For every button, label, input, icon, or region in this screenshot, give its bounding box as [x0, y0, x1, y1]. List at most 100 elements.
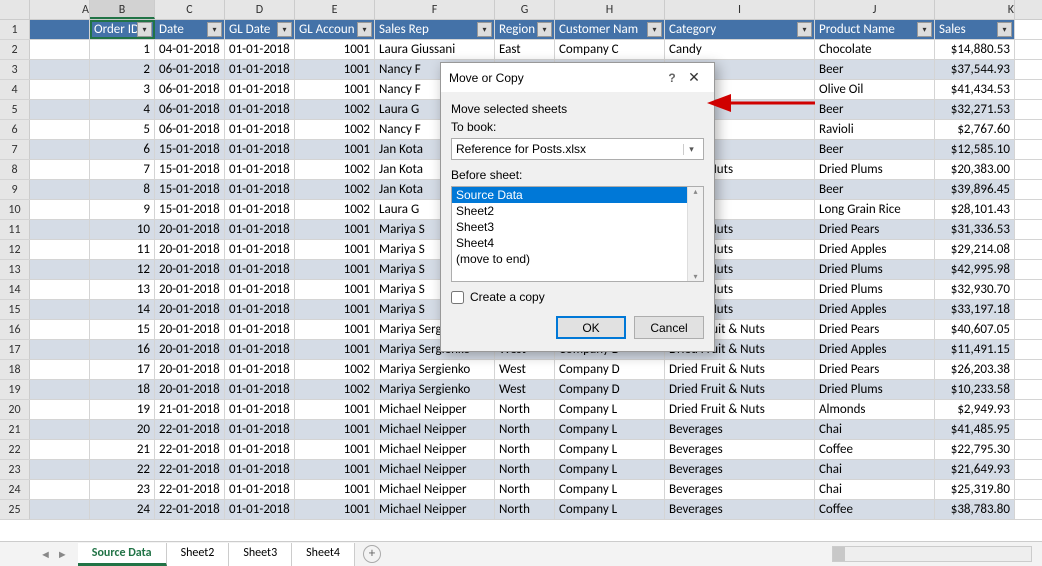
cell[interactable]: Michael Neipper	[375, 440, 495, 459]
cell[interactable]: 1001	[295, 500, 375, 519]
filter-dropdown-icon[interactable]: ▾	[917, 22, 932, 37]
table-header-cell[interactable]: Sales▾	[935, 20, 1015, 39]
cell[interactable]: $41,485.95	[935, 420, 1015, 439]
cell[interactable]: $26,203.38	[935, 360, 1015, 379]
cell[interactable]: 22	[90, 460, 155, 479]
cell[interactable]: 20-01-2018	[155, 260, 225, 279]
cell[interactable]: 1001	[295, 140, 375, 159]
cell[interactable]: 15-01-2018	[155, 180, 225, 199]
filter-dropdown-icon[interactable]: ▾	[997, 22, 1012, 37]
cell[interactable]: 20-01-2018	[155, 340, 225, 359]
cell[interactable]: 12	[90, 260, 155, 279]
table-header-cell[interactable]: GL Accoun▾	[295, 20, 375, 39]
cell[interactable]: 01-01-2018	[225, 300, 295, 319]
cell[interactable]: 17	[90, 360, 155, 379]
cell[interactable]: 20-01-2018	[155, 320, 225, 339]
col-H[interactable]: H	[555, 0, 665, 19]
cell[interactable]	[30, 40, 90, 59]
col-F[interactable]: F	[375, 0, 495, 19]
cell[interactable]: 1001	[295, 260, 375, 279]
cell[interactable]: $32,271.53	[935, 100, 1015, 119]
cell[interactable]: Company D	[555, 360, 665, 379]
cell[interactable]: 01-01-2018	[225, 460, 295, 479]
before-sheet-option[interactable]: (move to end)	[452, 251, 687, 267]
table-header-cell[interactable]: Order ID▾	[90, 20, 155, 39]
cell[interactable]: 14	[90, 300, 155, 319]
cell[interactable]: North	[495, 440, 555, 459]
cell[interactable]: 1001	[295, 300, 375, 319]
close-icon[interactable]: ✕	[682, 69, 706, 86]
cell[interactable]: $37,544.93	[935, 60, 1015, 79]
create-copy-checkbox[interactable]: Create a copy	[451, 290, 704, 304]
cell[interactable]: $21,649.93	[935, 460, 1015, 479]
col-E[interactable]: E	[295, 0, 375, 19]
filter-dropdown-icon[interactable]: ▾	[797, 22, 812, 37]
col-C[interactable]: C	[155, 0, 225, 19]
ok-button[interactable]: OK	[556, 316, 626, 339]
cell[interactable]: Michael Neipper	[375, 400, 495, 419]
cell[interactable]: Coffee	[815, 500, 935, 519]
row-header[interactable]: 9	[0, 180, 30, 199]
table-header-cell[interactable]: Product Name▾	[815, 20, 935, 39]
cell[interactable]: 24	[90, 500, 155, 519]
row-header[interactable]: 17	[0, 340, 30, 359]
row-header[interactable]: 22	[0, 440, 30, 459]
cell[interactable]: $2,949.93	[935, 400, 1015, 419]
cell[interactable]: 1001	[295, 480, 375, 499]
cell[interactable]: Dried Pears	[815, 360, 935, 379]
cell[interactable]: 01-01-2018	[225, 160, 295, 179]
cell[interactable]: 20-01-2018	[155, 380, 225, 399]
cell[interactable]: 01-01-2018	[225, 120, 295, 139]
cell[interactable]: 21-01-2018	[155, 400, 225, 419]
cell[interactable]: 01-01-2018	[225, 220, 295, 239]
cell[interactable]: 1001	[295, 420, 375, 439]
row-header[interactable]: 7	[0, 140, 30, 159]
row-header[interactable]: 16	[0, 320, 30, 339]
cell[interactable]: Almonds	[815, 400, 935, 419]
cell[interactable]: 1001	[295, 400, 375, 419]
cell[interactable]: Dried Apples	[815, 340, 935, 359]
cell[interactable]: Beverages	[665, 500, 815, 519]
row-header[interactable]: 13	[0, 260, 30, 279]
cell[interactable]: Company L	[555, 500, 665, 519]
row-header[interactable]: 11	[0, 220, 30, 239]
cell[interactable]: Laura Giussani	[375, 40, 495, 59]
cell[interactable]: $14,880.53	[935, 40, 1015, 59]
before-sheet-option[interactable]: Source Data	[452, 187, 687, 203]
row-header[interactable]: 12	[0, 240, 30, 259]
cell[interactable]: Dried Apples	[815, 240, 935, 259]
cell[interactable]: North	[495, 500, 555, 519]
cell[interactable]: Dried Fruit & Nuts	[665, 380, 815, 399]
cell[interactable]: Beverages	[665, 480, 815, 499]
cell[interactable]: 2	[90, 60, 155, 79]
filter-dropdown-icon[interactable]: ▾	[647, 22, 662, 37]
horizontal-scrollbar[interactable]	[832, 546, 1032, 562]
to-book-dropdown[interactable]: Reference for Posts.xlsx ▾	[451, 138, 704, 160]
col-B[interactable]: B	[90, 0, 155, 19]
cell[interactable]: 01-01-2018	[225, 100, 295, 119]
cell[interactable]	[30, 180, 90, 199]
cell[interactable]: 6	[90, 140, 155, 159]
cell[interactable]: North	[495, 480, 555, 499]
cell[interactable]: 01-01-2018	[225, 340, 295, 359]
col-K[interactable]: K	[935, 0, 1015, 19]
cell[interactable]: 06-01-2018	[155, 60, 225, 79]
table-header-cell[interactable]: GL Date▾	[225, 20, 295, 39]
cell[interactable]: Beer	[815, 100, 935, 119]
cell[interactable]	[30, 260, 90, 279]
cell[interactable]: 20-01-2018	[155, 300, 225, 319]
list-scrollbar[interactable]: ▴▾	[687, 187, 703, 281]
cell[interactable]: 01-01-2018	[225, 440, 295, 459]
cell[interactable]: 01-01-2018	[225, 80, 295, 99]
cell[interactable]: 18	[90, 380, 155, 399]
cell[interactable]	[30, 60, 90, 79]
cell[interactable]: 1001	[295, 60, 375, 79]
cell[interactable]: 23	[90, 480, 155, 499]
cell[interactable]: 20	[90, 420, 155, 439]
cell[interactable]: Beer	[815, 60, 935, 79]
cell[interactable]: 01-01-2018	[225, 500, 295, 519]
cell[interactable]: 15-01-2018	[155, 160, 225, 179]
dialog-titlebar[interactable]: Move or Copy ? ✕	[441, 63, 714, 92]
row-header[interactable]: 24	[0, 480, 30, 499]
cell[interactable]	[30, 420, 90, 439]
